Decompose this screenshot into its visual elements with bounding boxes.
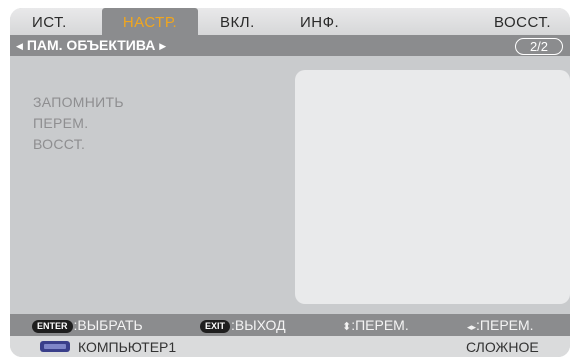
page-indicator: 2/2 bbox=[515, 38, 563, 55]
computer-input-icon bbox=[40, 341, 70, 352]
arrow-right-icon: ▶ bbox=[159, 41, 167, 51]
submenu-title-label: ПАМ. ОБЪЕКТИВА bbox=[26, 37, 156, 53]
menu-item-store[interactable]: ЗАПОМНИТЬ bbox=[33, 92, 124, 113]
menu-item-move[interactable]: ПЕРЕМ. bbox=[33, 113, 124, 134]
preview-panel bbox=[295, 70, 570, 304]
menu-list: ЗАПОМНИТЬ ПЕРЕМ. ВОССТ. bbox=[33, 92, 124, 155]
tab-setup[interactable]: НАСТР. bbox=[102, 8, 198, 35]
exit-key-icon: EXIT bbox=[200, 320, 231, 333]
menu-mode: СЛОЖНОЕ bbox=[466, 339, 539, 355]
input-source: КОМПЬЮТЕР1 bbox=[78, 339, 177, 355]
help-updown-label: :ПЕРЕМ. bbox=[351, 317, 409, 333]
menu-content: ЗАПОМНИТЬ ПЕРЕМ. ВОССТ. bbox=[10, 56, 570, 314]
tab-source[interactable]: ИСТ. bbox=[32, 8, 67, 35]
leftright-arrows-icon: ◂▸ bbox=[467, 322, 477, 332]
projector-osd-menu: ИСТ. НАСТР. ВКЛ. ИНФ. ВОССТ. ◀ ПАМ. ОБЪЕ… bbox=[10, 8, 570, 357]
menu-item-reset[interactable]: ВОССТ. bbox=[33, 134, 124, 155]
help-enter: ENTER:ВЫБРАТЬ bbox=[32, 314, 143, 336]
help-leftright-label: :ПЕРЕМ. bbox=[476, 317, 534, 333]
help-bar: ENTER:ВЫБРАТЬ EXIT:ВЫХОД ⬍:ПЕРЕМ. ◂▸:ПЕР… bbox=[10, 314, 570, 336]
updown-arrows-icon: ⬍ bbox=[342, 321, 352, 333]
help-enter-label: :ВЫБРАТЬ bbox=[73, 317, 143, 333]
submenu-title[interactable]: ◀ ПАМ. ОБЪЕКТИВА ▶ bbox=[16, 35, 166, 56]
enter-key-icon: ENTER bbox=[32, 320, 73, 333]
help-exit-label: :ВЫХОД bbox=[231, 317, 286, 333]
submenu-bar: ◀ ПАМ. ОБЪЕКТИВА ▶ 2/2 bbox=[10, 35, 570, 56]
tab-adjust[interactable]: ВКЛ. bbox=[220, 8, 255, 35]
tab-info[interactable]: ИНФ. bbox=[300, 8, 339, 35]
arrow-left-icon: ◀ bbox=[16, 41, 23, 51]
menu-tab-bar: ИСТ. НАСТР. ВКЛ. ИНФ. ВОССТ. bbox=[10, 8, 570, 35]
help-updown: ⬍:ПЕРЕМ. bbox=[342, 314, 409, 336]
status-bar: КОМПЬЮТЕР1 СЛОЖНОЕ bbox=[10, 336, 570, 357]
tab-reset[interactable]: ВОССТ. bbox=[494, 8, 551, 35]
help-exit: EXIT:ВЫХОД bbox=[200, 314, 286, 336]
help-leftright: ◂▸:ПЕРЕМ. bbox=[467, 314, 534, 336]
